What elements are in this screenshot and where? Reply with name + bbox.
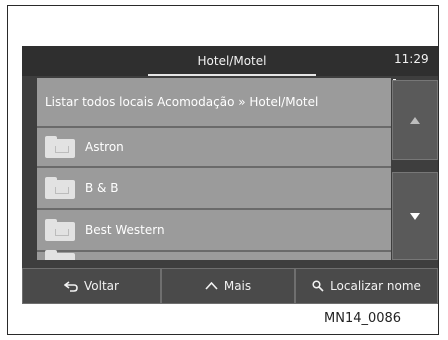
more-button-label: Mais — [223, 279, 252, 293]
search-icon — [312, 280, 324, 292]
bottom-bar: Voltar Mais Localizar nome — [22, 268, 438, 304]
nav-screen: Hotel/Motel 11:29 Listar todos locais Ac… — [22, 46, 438, 304]
results-list: Listar todos locais Acomodação » Hotel/M… — [37, 78, 391, 260]
chevron-up-icon — [205, 282, 218, 290]
list-item[interactable]: B & B — [37, 168, 391, 210]
list-item-partial[interactable] — [37, 250, 391, 260]
back-button[interactable]: Voltar — [22, 268, 161, 304]
search-name-button[interactable]: Localizar nome — [295, 268, 438, 304]
page-title: Hotel/Motel — [148, 52, 316, 76]
clock: 11:29 — [394, 52, 429, 66]
list-all-label: Listar todos locais Acomodação » Hotel/M… — [45, 95, 319, 109]
list-all-row[interactable]: Listar todos locais Acomodação » Hotel/M… — [37, 78, 391, 128]
folder-icon — [45, 250, 75, 260]
more-button[interactable]: Mais — [161, 268, 295, 304]
list-item-label: Best Western — [85, 223, 165, 237]
list-item[interactable]: Best Western — [37, 210, 391, 252]
folder-icon — [45, 136, 75, 158]
top-bar: Hotel/Motel 11:29 — [22, 46, 438, 76]
folder-icon — [45, 219, 75, 241]
arrow-down-icon — [410, 212, 420, 220]
search-button-label: Localizar nome — [330, 279, 421, 293]
back-button-label: Voltar — [84, 279, 119, 293]
list-item[interactable]: Astron — [37, 128, 391, 168]
list-item-label: B & B — [85, 181, 119, 195]
arrow-up-icon — [410, 116, 420, 124]
scroll-down-button[interactable] — [392, 172, 438, 260]
folder-icon — [45, 177, 75, 199]
figure-caption: MN14_0086 — [324, 311, 402, 326]
list-item-label: Astron — [85, 140, 124, 154]
back-arrow-icon — [64, 280, 78, 292]
scroll-up-button[interactable] — [392, 80, 438, 160]
